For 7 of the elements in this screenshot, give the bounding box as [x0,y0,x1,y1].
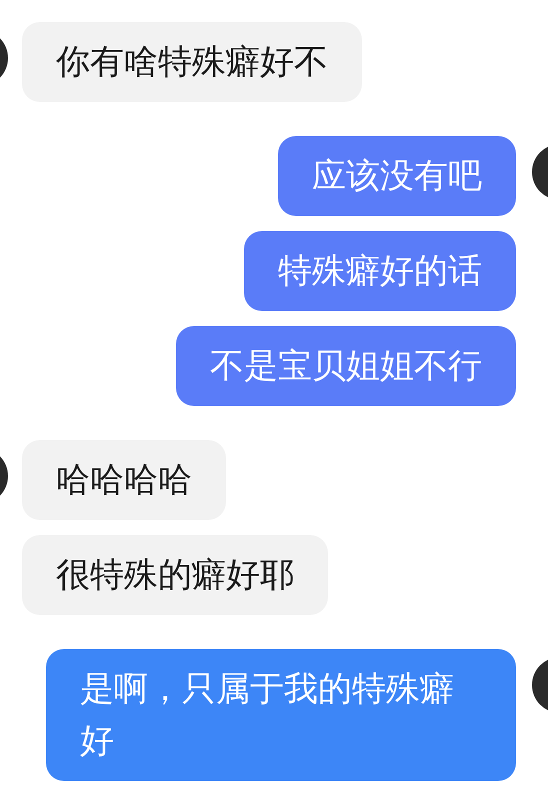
message-bubble: 你有啥特殊癖好不 [22,22,362,102]
message-bubble: 特殊癖好的话 [244,231,516,311]
message-bubble: 应该没有吧 [278,136,516,216]
message-bubble: 很特殊的癖好耶 [22,535,328,615]
message-bubble: 不是宝贝姐姐不行 [176,326,516,406]
message-bubble: 哈哈哈哈 [22,440,226,520]
message-bubble: 是啊，只属于我的特殊癖好 [46,649,516,781]
